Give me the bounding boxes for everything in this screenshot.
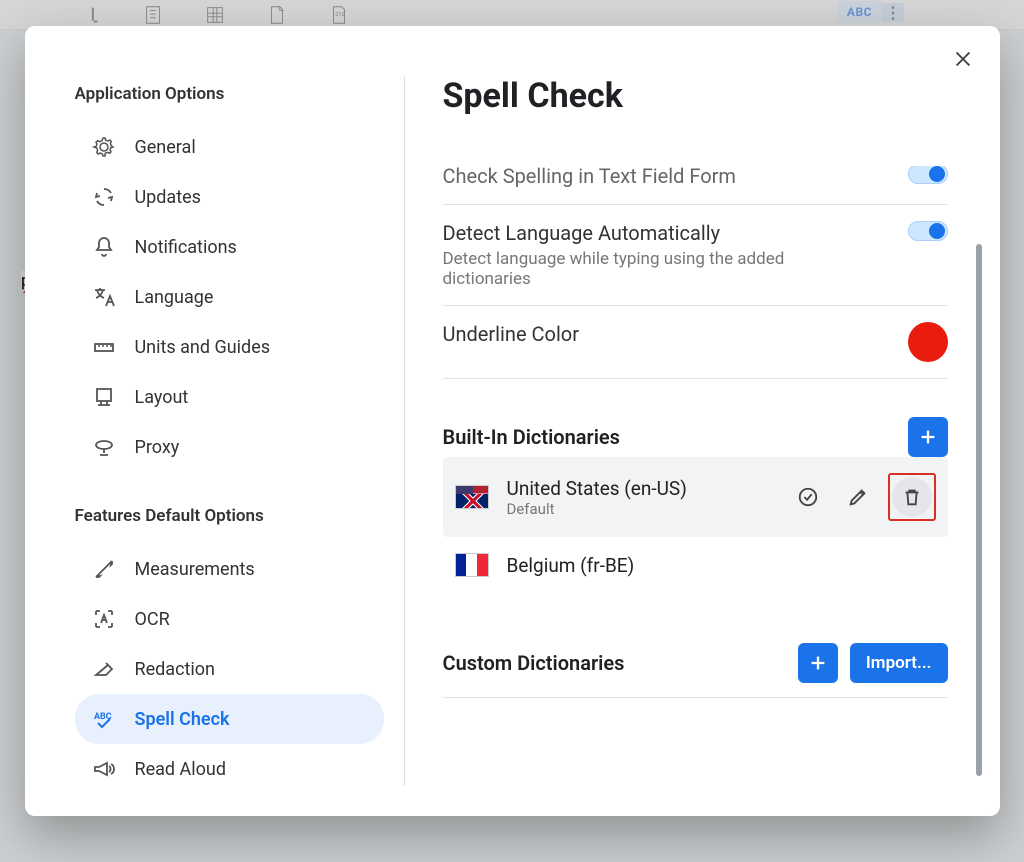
flag-us-icon [455, 485, 489, 509]
setting-underline-color: Underline Color [443, 306, 948, 379]
sidebar-label: OCR [135, 609, 170, 630]
options-dialog: Application Options General Updates Noti… [25, 26, 1000, 816]
import-label: Import... [866, 653, 932, 673]
plus-icon [807, 652, 829, 674]
sidebar-section-app: Application Options [75, 84, 384, 104]
sidebar-label: Language [135, 287, 214, 308]
sidebar-label: Notifications [135, 237, 237, 258]
sidebar-label: Redaction [135, 659, 215, 680]
sidebar-item-units[interactable]: Units and Guides [75, 322, 384, 372]
layout-icon [91, 384, 117, 410]
delete-dictionary-button[interactable] [892, 477, 932, 517]
add-custom-dictionary-button[interactable] [798, 643, 838, 683]
set-default-button[interactable] [788, 477, 828, 517]
sidebar-item-read-aloud[interactable]: Read Aloud [75, 744, 384, 786]
sidebar-label: Spell Check [135, 709, 230, 730]
sidebar-item-updates[interactable]: Updates [75, 172, 384, 222]
sidebar-item-redaction[interactable]: Redaction [75, 644, 384, 694]
dictionary-default-badge: Default [507, 500, 687, 518]
sidebar-item-language[interactable]: Language [75, 272, 384, 322]
setting-sublabel: Detect language while typing using the a… [443, 249, 803, 289]
custom-dictionaries-header: Custom Dictionaries Import... [443, 643, 948, 683]
dictionary-row-fr-be[interactable]: Belgium (fr-BE) [443, 537, 948, 593]
translate-icon [91, 284, 117, 310]
sidebar-item-measurements[interactable]: Measurements [75, 544, 384, 594]
sidebar-label: General [135, 137, 196, 158]
spellcheck-icon: ABC [91, 706, 117, 732]
edit-dictionary-button[interactable] [838, 477, 878, 517]
sidebar-label: Updates [135, 187, 201, 208]
toggle-check-form[interactable] [908, 166, 948, 184]
sidebar-label: Measurements [135, 559, 255, 580]
pencil-icon [847, 486, 869, 508]
settings-content: Spell Check Check Spelling in Text Field… [405, 76, 1000, 786]
redaction-icon [91, 656, 117, 682]
check-circle-icon [797, 486, 819, 508]
ocr-icon [91, 606, 117, 632]
delete-highlight-box [888, 473, 936, 521]
content-scrollbar[interactable] [976, 244, 982, 776]
builtin-dictionaries-header: Built-In Dictionaries [443, 417, 948, 457]
dictionary-name: United States (en-US) [507, 477, 687, 500]
setting-label: Underline Color [443, 322, 579, 346]
plus-icon [917, 426, 939, 448]
trash-icon [901, 486, 923, 508]
sidebar-item-spell-check[interactable]: ABC Spell Check [75, 694, 384, 744]
gear-icon [91, 134, 117, 160]
sidebar-item-proxy[interactable]: Proxy [75, 422, 384, 472]
sidebar-label: Read Aloud [135, 759, 227, 780]
toggle-detect-language[interactable] [908, 221, 948, 241]
modal-overlay: Application Options General Updates Noti… [0, 0, 1024, 862]
page-title: Spell Check [443, 76, 952, 116]
sidebar-item-layout[interactable]: Layout [75, 372, 384, 422]
bell-icon [91, 234, 117, 260]
sidebar-label: Units and Guides [135, 337, 271, 358]
sidebar-item-notifications[interactable]: Notifications [75, 222, 384, 272]
section-title: Built-In Dictionaries [443, 425, 620, 449]
close-icon [952, 48, 974, 70]
options-sidebar: Application Options General Updates Noti… [75, 76, 405, 786]
settings-scroll-area[interactable]: Check Spelling in Text Field Form Detect… [443, 166, 988, 781]
ruler-icon [91, 334, 117, 360]
setting-label: Check Spelling in Text Field Form [443, 166, 736, 188]
import-dictionary-button[interactable]: Import... [850, 643, 948, 683]
section-title: Custom Dictionaries [443, 651, 625, 675]
dictionary-row-en-us[interactable]: United States (en-US) Default [443, 457, 948, 537]
close-button[interactable] [948, 44, 978, 74]
sidebar-section-features: Features Default Options [75, 506, 384, 526]
setting-check-form: Check Spelling in Text Field Form [443, 166, 948, 205]
setting-detect-language: Detect Language Automatically Detect lan… [443, 205, 948, 306]
sidebar-label: Proxy [135, 437, 180, 458]
underline-color-swatch[interactable] [908, 322, 948, 362]
sidebar-item-ocr[interactable]: OCR [75, 594, 384, 644]
dictionary-name: Belgium (fr-BE) [507, 554, 635, 577]
proxy-icon [91, 434, 117, 460]
flag-be-icon [455, 553, 489, 577]
add-dictionary-button[interactable] [908, 417, 948, 457]
setting-label: Detect Language Automatically [443, 221, 803, 245]
sync-icon [91, 184, 117, 210]
measure-icon [91, 556, 117, 582]
sidebar-item-general[interactable]: General [75, 122, 384, 172]
sidebar-label: Layout [135, 387, 189, 408]
megaphone-icon [91, 756, 117, 782]
